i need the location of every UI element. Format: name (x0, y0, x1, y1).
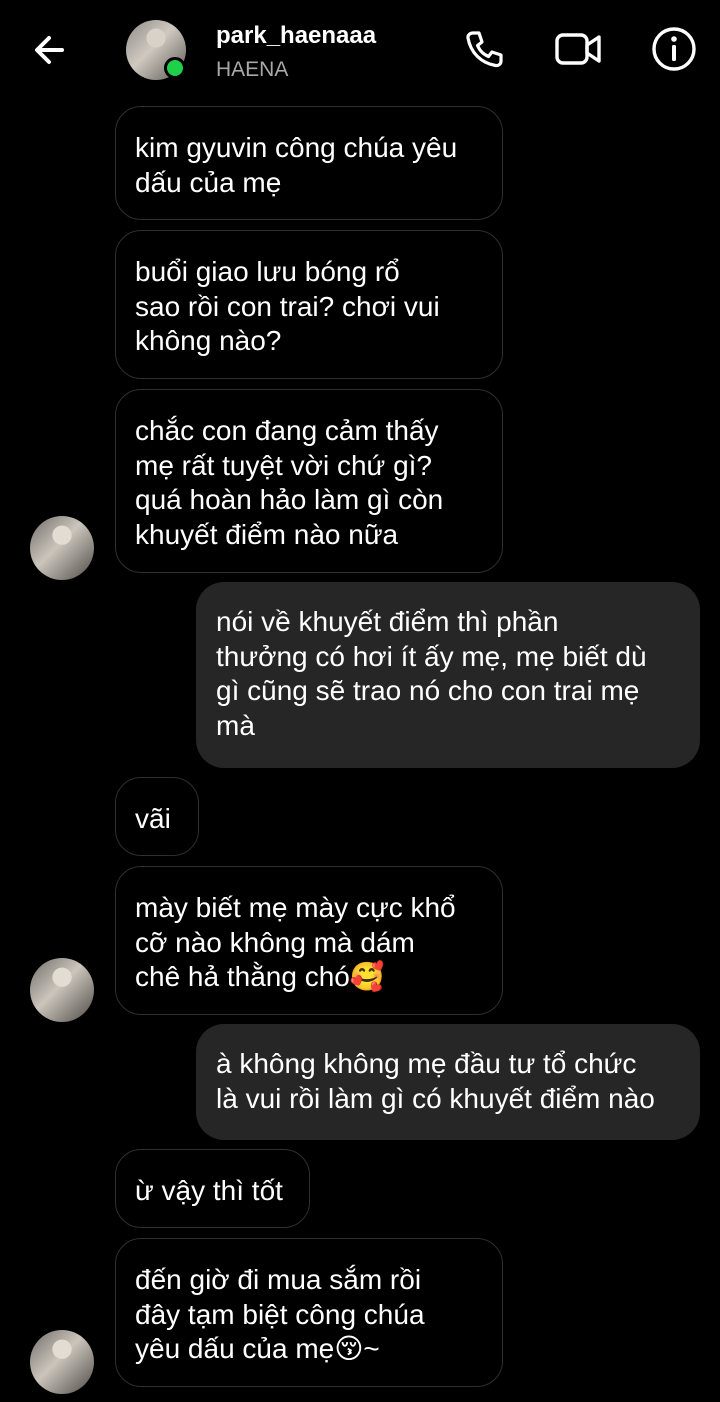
video-camera-icon[interactable] (554, 25, 602, 73)
sender-avatar[interactable] (30, 516, 94, 580)
message-incoming[interactable]: kim gyuvin công chúa yêu dấu của mẹ (115, 106, 503, 220)
message-incoming[interactable]: đến giờ đi mua sắm rồi đây tạm biệt công… (115, 1238, 503, 1387)
contact-display-name: HAENA (216, 58, 289, 81)
sender-avatar[interactable] (30, 1330, 94, 1394)
message-incoming[interactable]: mày biết mẹ mày cực khổ cỡ nào không mà … (115, 866, 503, 1015)
back-arrow-icon[interactable] (28, 28, 72, 72)
online-status-dot (164, 57, 186, 79)
chat-header: park_haenaaa HAENA (0, 0, 720, 100)
phone-icon[interactable] (460, 25, 508, 73)
info-icon[interactable] (650, 25, 698, 73)
message-outgoing[interactable]: à không không mẹ đầu tư tổ chức là vui r… (196, 1024, 700, 1140)
message-incoming[interactable]: chắc con đang cảm thấy mẹ rất tuyệt vời … (115, 389, 503, 573)
message-outgoing[interactable]: nói về khuyết điểm thì phần thưởng có hơ… (196, 582, 700, 768)
sender-avatar[interactable] (30, 958, 94, 1022)
message-incoming[interactable]: buổi giao lưu bóng rổ sao rồi con trai? … (115, 230, 503, 379)
message-incoming[interactable]: ừ vậy thì tốt (115, 1149, 310, 1228)
message-incoming[interactable]: vãi (115, 777, 199, 856)
contact-username[interactable]: park_haenaaa (216, 22, 376, 50)
